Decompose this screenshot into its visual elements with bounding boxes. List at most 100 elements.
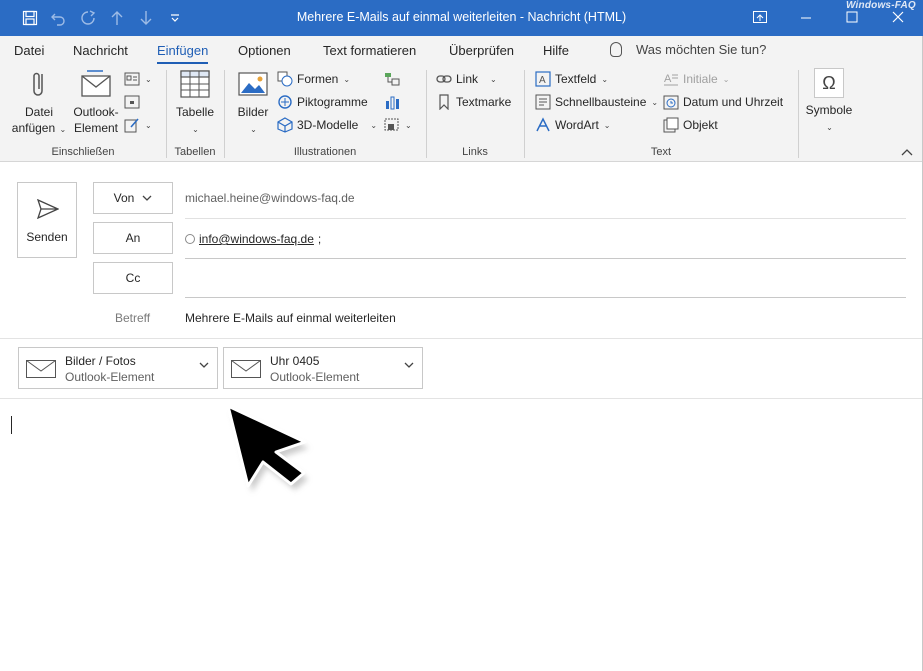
datetime-icon [663,94,679,110]
from-divider [185,218,906,219]
text-caret[interactable] [11,416,12,434]
pictograms-icon [277,94,293,110]
tell-me-search[interactable]: Was möchten Sie tun? [610,42,766,57]
subject-input[interactable]: Mehrere E-Mails auf einmal weiterleiten [185,311,396,325]
business-card-icon [124,71,140,87]
tab-hilfe[interactable]: Hilfe [543,43,569,58]
signature-button[interactable]: ⌄ [124,116,152,134]
send-label: Senden [26,230,68,244]
textbox-button[interactable]: A Textfeld ⌄ [535,70,608,88]
outlook-item-button[interactable]: Outlook- Element [68,68,124,136]
calendar-button[interactable] [124,93,140,111]
collapse-ribbon-icon[interactable] [901,148,913,159]
icons-button[interactable]: Piktogramme [277,93,368,111]
cube-icon [277,117,293,133]
mouse-pointer-icon [226,404,309,492]
from-button[interactable]: Von [93,182,173,214]
object-label: Objekt [683,118,718,132]
watermark-logo: Windows-FAQ [846,0,916,11]
cc-input-line[interactable] [185,297,906,298]
attachment-name: Bilder / Fotos [65,354,136,368]
paperclip-icon [33,72,43,96]
group-separator [166,70,167,158]
shapes-button[interactable]: Formen ⌄ [277,70,350,88]
smartart-button[interactable] [384,70,400,88]
signature-icon [124,117,140,133]
svg-text:A: A [539,75,546,86]
chevron-down-icon[interactable] [404,362,414,368]
pictures-button[interactable]: Bilder ⌄ [232,68,274,138]
pictures-icon [238,72,268,96]
attachment-card[interactable]: Uhr 0405 Outlook-Element [223,347,423,389]
omega-icon: Ω [814,68,844,98]
svg-text:A: A [664,73,672,85]
wordart-label: WordArt [555,118,599,132]
bookmark-icon [436,94,452,110]
datetime-button[interactable]: Datum und Uhrzeit [663,93,783,111]
attachment-name: Uhr 0405 [270,354,320,368]
chart-button[interactable] [384,93,400,111]
object-icon [663,117,679,133]
dropcap-icon: A [663,71,679,87]
ribbon-display-icon[interactable] [745,4,775,30]
tell-me-text: Was möchten Sie tun? [636,42,767,57]
title-bar: Mehrere E-Mails auf einmal weiterleiten … [0,0,923,36]
3d-models-label: 3D-Modelle [297,118,359,132]
ribbon: Datei anfügen ⌄ Outlook- Element ⌄ ⌄ Ein… [0,64,923,162]
to-field[interactable]: info@windows-faq.de; [185,232,321,246]
3d-models-button[interactable]: 3D-Modelle ⌄ [277,116,377,134]
symbols-button[interactable]: Ω Symbole ⌄ [805,68,853,136]
table-label: Tabelle [175,105,215,119]
to-recipient[interactable]: info@windows-faq.de [199,232,314,246]
outlook-item-icon [81,70,111,97]
object-button[interactable]: Objekt [663,116,718,134]
smartart-icon [384,71,400,87]
to-label: An [125,231,141,245]
tab-ueberpruefen[interactable]: Überprüfen [449,43,514,58]
table-icon [180,70,210,98]
table-button[interactable]: Tabelle ⌄ [170,68,220,138]
chevron-down-icon[interactable] [199,362,209,368]
from-address: michael.heine@windows-faq.de [185,191,355,205]
tab-datei[interactable]: Datei [14,43,44,58]
to-separator: ; [317,232,322,246]
tab-text-formatieren[interactable]: Text formatieren [323,43,416,58]
tab-nachricht[interactable]: Nachricht [73,43,128,58]
cc-label: Cc [125,271,141,285]
to-button[interactable]: An [93,222,173,254]
subject-label: Betreff [115,311,151,325]
outlook-item-label-2: Element [73,121,119,135]
shapes-icon [277,71,293,87]
bookmark-button[interactable]: Textmarke [436,93,511,111]
wordart-button[interactable]: WordArt ⌄ [535,116,611,134]
quickparts-icon [535,94,551,110]
symbols-label: Symbole [805,103,853,117]
dropcap-button[interactable]: A Initiale ⌄ [663,70,729,88]
attach-file-label-2: anfügen [11,121,56,135]
dropcap-label: Initiale [683,72,718,86]
textbox-label: Textfeld [555,72,597,86]
attachment-card[interactable]: Bilder / Fotos Outlook-Element [18,347,218,389]
attach-file-label-1: Datei [24,105,53,119]
envelope-icon [231,360,261,378]
tab-optionen[interactable]: Optionen [238,43,291,58]
minimize-icon[interactable] [791,4,821,30]
group-label-links: Links [462,146,488,158]
link-icon [436,71,452,87]
attach-file-button[interactable]: Datei anfügen ⌄ [10,68,68,138]
link-button[interactable]: Link ⌄ [436,70,497,88]
cc-button[interactable]: Cc [93,262,173,294]
quickparts-button[interactable]: Schnellbausteine ⌄ [535,93,658,111]
group-separator [524,70,525,158]
screenshot-icon [384,117,400,133]
attachment-type: Outlook-Element [65,370,155,384]
tab-einfuegen[interactable]: Einfügen [157,43,209,64]
send-button[interactable]: Senden [17,182,77,258]
send-icon [37,199,59,219]
window-title: Mehrere E-Mails auf einmal weiterleiten … [296,10,627,24]
chevron-down-icon [142,195,152,201]
business-card-button[interactable]: ⌄ [124,70,152,88]
shapes-label: Formen [297,72,339,86]
outlook-item-label-1: Outlook- [73,105,119,119]
screenshot-button[interactable]: ⌄ [384,116,412,134]
